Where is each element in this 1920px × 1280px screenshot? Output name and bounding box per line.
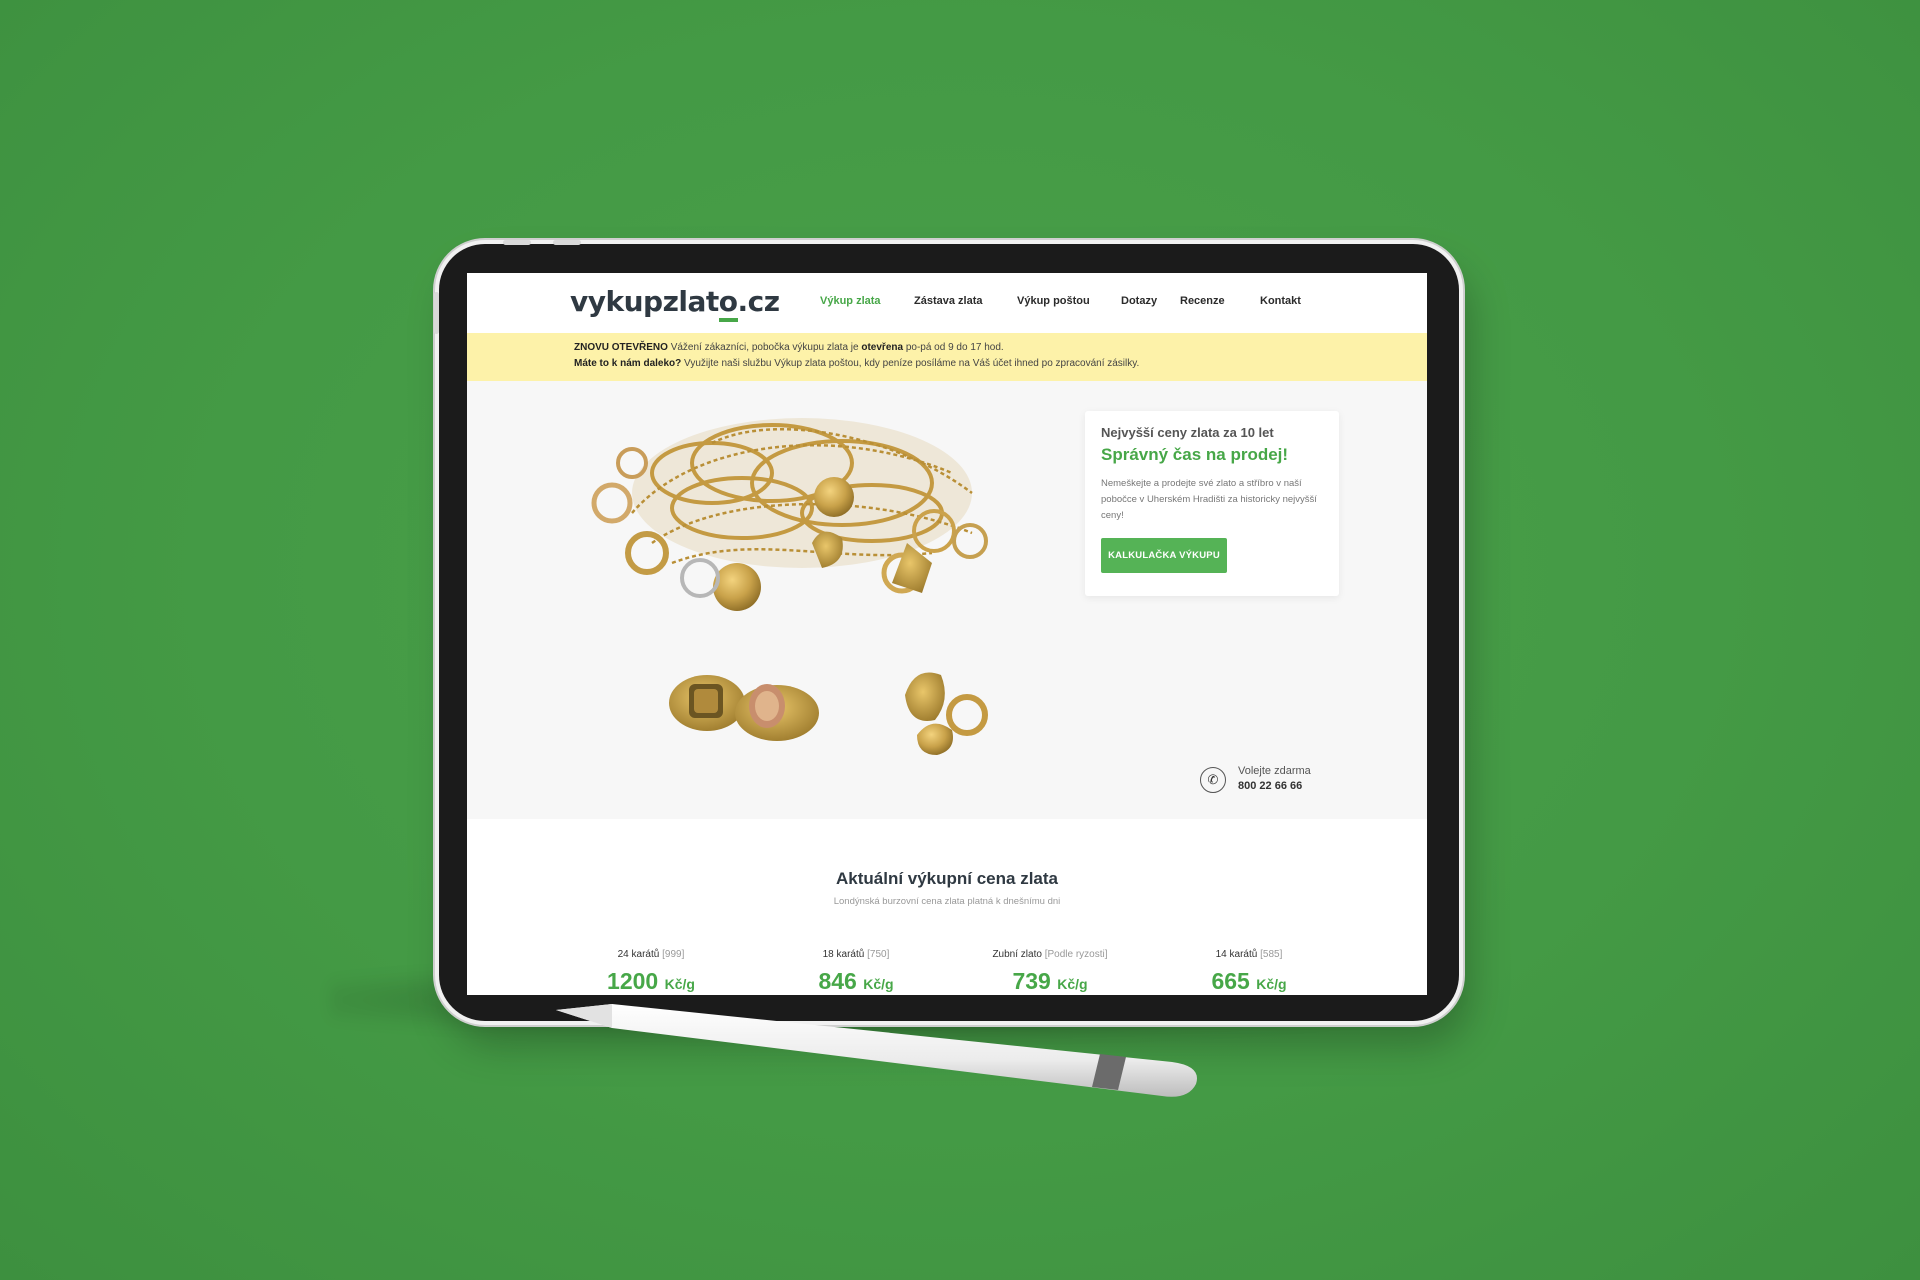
price-item: 14 karátů [585] 665 Kč/g <box>1149 949 1349 995</box>
price-label: 24 karátů [999] <box>617 949 685 960</box>
price-label: 18 karátů [750] <box>822 949 890 960</box>
price-value: 665 Kč/g <box>1211 968 1287 994</box>
hero-text: Nemeškejte a prodejte své zlato a stříbr… <box>1101 478 1317 521</box>
price-label: Zubní zlato [Podle ryzosti] <box>992 949 1108 960</box>
prices-title: Aktuální výkupní cena zlata <box>835 869 1058 888</box>
nav-item-vykup-postou[interactable]: Výkup poštou <box>1017 295 1090 307</box>
tablet-side-button <box>434 292 439 334</box>
price-item: 18 karátů [750] 846 Kč/g <box>756 949 956 995</box>
hero-kicker: Nejvyšší ceny zlata za 10 let <box>1101 425 1274 440</box>
hero-card: Nejvyšší ceny zlata za 10 let Správný ča… <box>1085 411 1339 596</box>
browser-viewport: vykupzlato.cz Výkup zlata Zástava zlata … <box>467 273 1427 995</box>
nav-item-vykup-zlata[interactable]: Výkup zlata <box>820 295 881 307</box>
tablet-side-button <box>503 240 531 245</box>
notice-bar: ZNOVU OTEVŘENO Vážení zákazníci, pobočka… <box>467 333 1427 381</box>
nav-item-kontakt[interactable]: Kontakt <box>1260 295 1301 307</box>
phone-icon: ✆ <box>1200 767 1226 793</box>
site-header: vykupzlato.cz Výkup zlata Zástava zlata … <box>467 273 1427 333</box>
notice-line-1: ZNOVU OTEVŘENO Vážení zákazníci, pobočka… <box>574 342 1004 353</box>
hero-headline: Správný čas na prodej! <box>1101 445 1289 464</box>
nav-item-dotazy[interactable]: Dotazy <box>1121 295 1157 307</box>
price-item: 24 karátů [999] 1200 Kč/g <box>551 949 751 995</box>
price-label: 14 karátů [585] <box>1215 949 1283 960</box>
stylus-pencil <box>556 1004 1197 1097</box>
calculator-button[interactable]: KALKULAČKA VÝKUPU <box>1101 538 1227 573</box>
price-value: 846 Kč/g <box>818 968 894 994</box>
hero-section: Nejvyšší ceny zlata za 10 let Správný ča… <box>467 381 1427 819</box>
call-label: Volejte zdarma <box>1238 765 1311 777</box>
nav-item-recenze[interactable]: Recenze <box>1180 295 1225 307</box>
price-item: Zubní zlato [Podle ryzosti] 739 Kč/g <box>950 949 1150 995</box>
price-value: 1200 Kč/g <box>607 968 695 994</box>
call-number[interactable]: 800 22 66 66 <box>1238 780 1302 792</box>
notice-line-2: Máte to k nám daleko? Využijte naši služ… <box>574 358 1140 369</box>
nav-item-zastava-zlata[interactable]: Zástava zlata <box>914 295 982 307</box>
site-logo[interactable]: vykupzlato.cz <box>570 285 780 322</box>
tablet-side-button <box>553 240 581 245</box>
prices-subtitle: Londýnská burzovní cena zlata platná k d… <box>833 896 1061 907</box>
price-value: 739 Kč/g <box>1012 968 1088 994</box>
gold-jewelry-image <box>591 418 988 755</box>
